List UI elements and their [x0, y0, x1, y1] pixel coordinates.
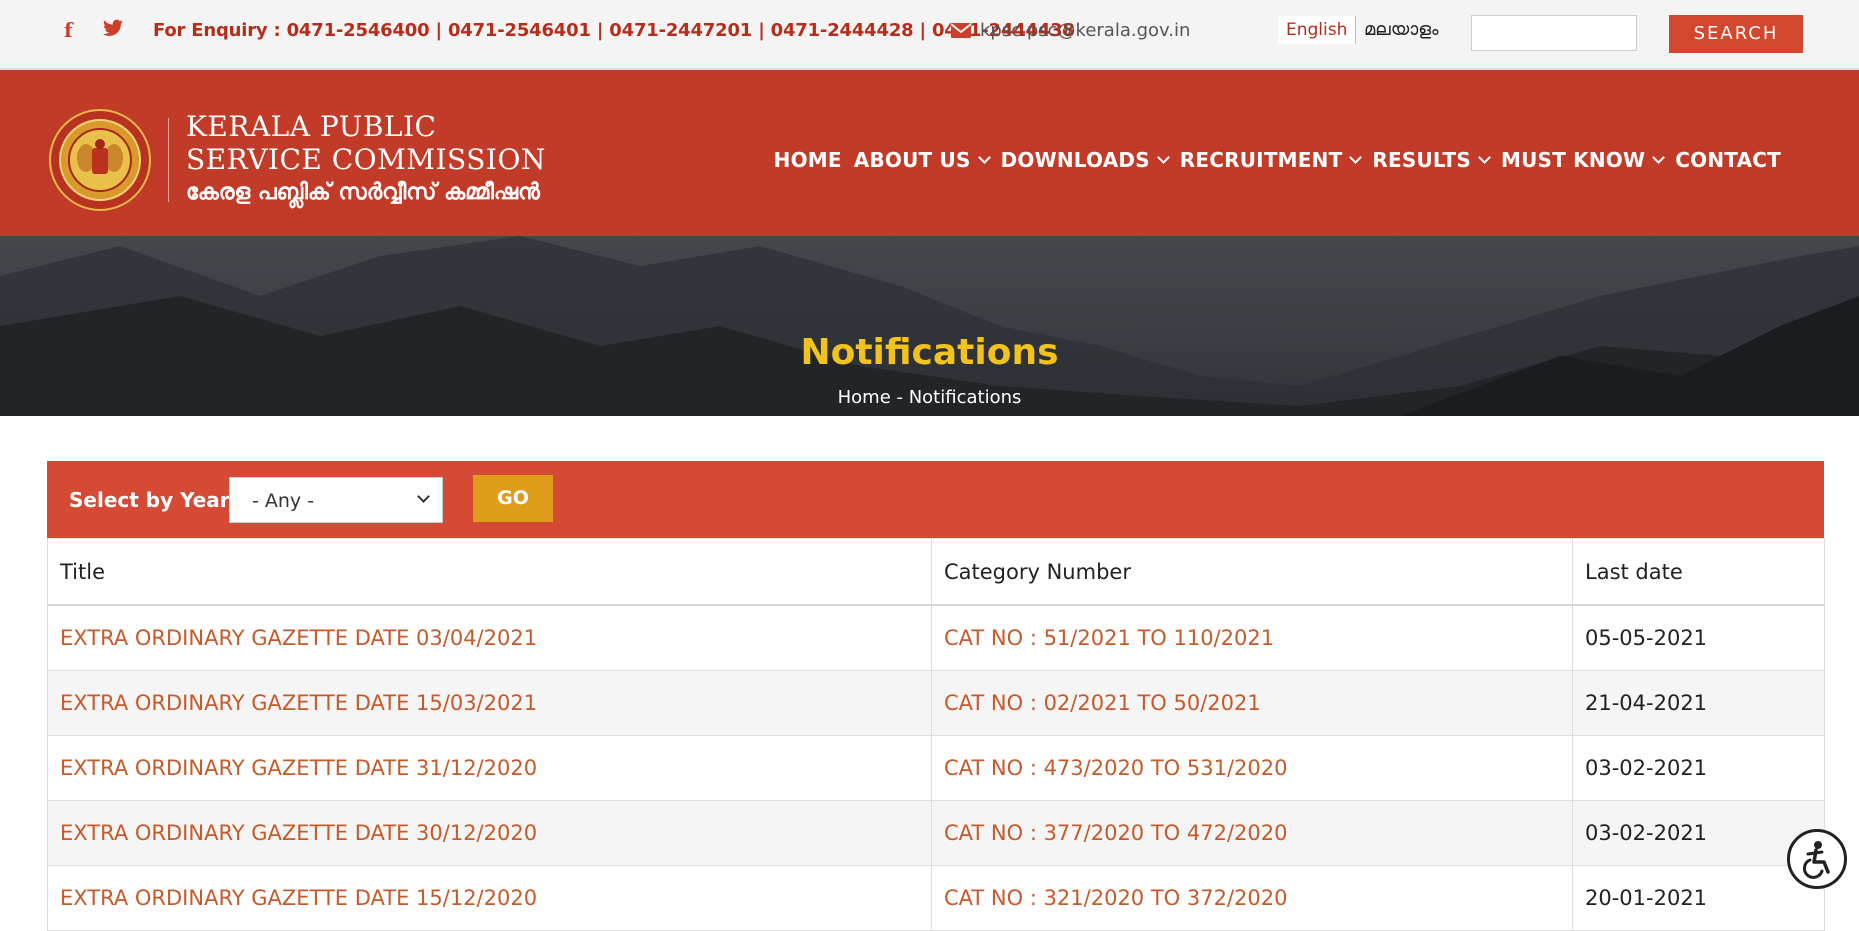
- last-date: 03-02-2021: [1572, 735, 1825, 801]
- column-header-last-date: Last date: [1572, 538, 1825, 606]
- nav-label: RECRUITMENT: [1179, 148, 1343, 172]
- notification-title-link[interactable]: EXTRA ORDINARY GAZETTE DATE 03/04/2021: [47, 604, 932, 671]
- notifications-table: Title Category Number Last date EXTRA OR…: [47, 538, 1825, 931]
- nav-results[interactable]: RESULTS: [1368, 148, 1493, 172]
- accessibility-icon: [1802, 841, 1830, 879]
- year-select-value: - Any -: [252, 490, 315, 512]
- table-row: EXTRA ORDINARY GAZETTE DATE 15/03/2021 C…: [47, 670, 1825, 736]
- facebook-icon[interactable]: f: [64, 18, 73, 42]
- table-row: EXTRA ORDINARY GAZETTE DATE 15/12/2020 C…: [47, 865, 1825, 931]
- site-header: KERALA PUBLIC SERVICE COMMISSION കേരള പബ…: [0, 70, 1859, 236]
- nav-label: MUST KNOW: [1501, 148, 1646, 172]
- notification-title-link[interactable]: EXTRA ORDINARY GAZETTE DATE 31/12/2020: [47, 735, 932, 801]
- kpsc-emblem-logo[interactable]: [48, 108, 152, 212]
- nav-label: HOME: [773, 148, 842, 172]
- go-button[interactable]: GO: [473, 475, 553, 522]
- table-header-row: Title Category Number Last date: [47, 538, 1825, 606]
- category-number-link[interactable]: CAT NO : 02/2021 TO 50/2021: [931, 670, 1573, 736]
- table-row: EXTRA ORDINARY GAZETTE DATE 03/04/2021 C…: [47, 604, 1825, 671]
- table-row: EXTRA ORDINARY GAZETTE DATE 30/12/2020 C…: [47, 800, 1825, 866]
- table-row: EXTRA ORDINARY GAZETTE DATE 31/12/2020 C…: [47, 735, 1825, 801]
- chevron-down-icon: [1478, 151, 1491, 164]
- last-date: 05-05-2021: [1572, 604, 1825, 671]
- nav-must-know[interactable]: MUST KNOW: [1497, 148, 1667, 172]
- twitter-icon[interactable]: [103, 18, 123, 42]
- language-english-link[interactable]: English: [1278, 16, 1357, 44]
- year-filter-bar: Select by Year - Any - GO: [47, 461, 1824, 538]
- nav-about-us[interactable]: ABOUT US: [850, 148, 993, 172]
- language-malayalam-link[interactable]: മലയാളം: [1364, 16, 1439, 44]
- chevron-down-icon: [1652, 151, 1666, 164]
- org-name-line1: KERALA PUBLIC: [186, 110, 437, 143]
- category-number-link[interactable]: CAT NO : 377/2020 TO 472/2020: [931, 800, 1573, 866]
- last-date: 21-04-2021: [1572, 670, 1825, 736]
- year-select[interactable]: - Any -: [229, 477, 443, 523]
- nav-recruitment[interactable]: RECRUITMENT: [1176, 148, 1365, 172]
- chevron-down-icon: [1349, 151, 1363, 164]
- accessibility-button[interactable]: [1787, 829, 1847, 889]
- breadcrumb[interactable]: Home - Notifications: [0, 387, 1859, 408]
- logo-divider: [168, 118, 169, 202]
- notification-title-link[interactable]: EXTRA ORDINARY GAZETTE DATE 30/12/2020: [47, 800, 932, 866]
- page-title: Notifications: [800, 332, 1059, 373]
- nav-label: CONTACT: [1675, 148, 1781, 172]
- notification-title-link[interactable]: EXTRA ORDINARY GAZETTE DATE 15/03/2021: [47, 670, 932, 736]
- category-number-link[interactable]: CAT NO : 321/2020 TO 372/2020: [931, 865, 1573, 931]
- main-nav: HOME ABOUT US DOWNLOADS RECRUITMENT RESU…: [766, 148, 1785, 172]
- chevron-down-icon: [1156, 151, 1170, 164]
- org-name-line2: SERVICE COMMISSION: [186, 143, 546, 176]
- category-number-link[interactable]: CAT NO : 51/2021 TO 110/2021: [931, 604, 1573, 671]
- column-header-category: Category Number: [931, 538, 1573, 606]
- nav-label: DOWNLOADS: [1000, 148, 1150, 172]
- nav-downloads[interactable]: DOWNLOADS: [997, 148, 1172, 172]
- page-banner: Notifications Home - Notifications: [0, 236, 1859, 416]
- search-input[interactable]: [1471, 15, 1637, 51]
- column-header-title: Title: [47, 538, 932, 606]
- nav-label: RESULTS: [1372, 148, 1472, 172]
- notification-title-link[interactable]: EXTRA ORDINARY GAZETTE DATE 15/12/2020: [47, 865, 932, 931]
- category-number-link[interactable]: CAT NO : 473/2020 TO 531/2020: [931, 735, 1573, 801]
- nav-contact[interactable]: CONTACT: [1671, 148, 1785, 172]
- top-bar: f For Enquiry : 0471-2546400 | 0471-2546…: [0, 0, 1859, 70]
- last-date: 20-01-2021: [1572, 865, 1825, 931]
- chevron-down-icon: [417, 490, 430, 503]
- nav-home[interactable]: HOME: [770, 148, 846, 172]
- search-button[interactable]: SEARCH: [1669, 15, 1803, 53]
- org-name-malayalam: കേരള പബ്ലിക് സർവ്വീസ് കമ്മീഷൻ: [186, 180, 540, 205]
- enquiry-phone-numbers: For Enquiry : 0471-2546400 | 0471-254640…: [153, 20, 1075, 41]
- org-name-english[interactable]: KERALA PUBLIC SERVICE COMMISSION: [186, 110, 546, 176]
- mail-icon: [950, 22, 972, 43]
- nav-label: ABOUT US: [853, 148, 971, 172]
- select-year-label: Select by Year: [69, 488, 230, 512]
- contact-email[interactable]: kpsc.psc@kerala.gov.in: [980, 20, 1190, 41]
- chevron-down-icon: [977, 151, 991, 164]
